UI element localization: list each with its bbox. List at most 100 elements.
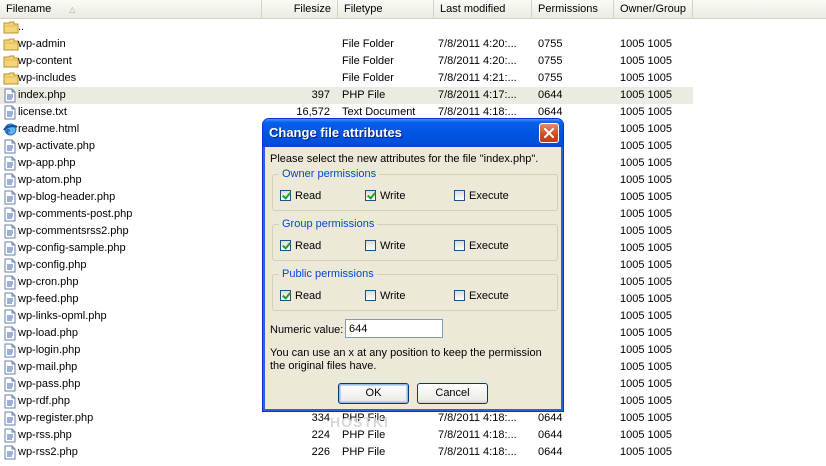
owner-execute-label: Execute: [469, 190, 509, 202]
file-owner-group: 1005 1005: [620, 310, 672, 322]
file-owner-group: 1005 1005: [620, 327, 672, 339]
group-read-checkbox[interactable]: Read: [280, 239, 321, 253]
file-icon: [3, 105, 17, 120]
group-write-checkbox[interactable]: Write: [365, 239, 405, 253]
file-row-1[interactable]: wp-admin File Folder 7/8/2011 4:20:... 0…: [0, 36, 693, 53]
file-size: 334: [311, 412, 330, 424]
file-icon: [3, 190, 17, 205]
file-owner-group: 1005 1005: [620, 293, 672, 305]
file-icon: [3, 411, 17, 426]
svg-text:e: e: [6, 126, 10, 136]
file-owner-group: 1005 1005: [620, 140, 672, 152]
file-type: PHP File: [342, 446, 386, 458]
public-read-checkbox[interactable]: Read: [280, 289, 321, 303]
group-permissions-group: Group permissions Read Write Execute: [272, 218, 558, 261]
public-execute-checkbox[interactable]: Execute: [454, 289, 509, 303]
numeric-value-input[interactable]: 644: [345, 319, 443, 338]
close-button[interactable]: [539, 123, 559, 143]
checkbox-unchecked-icon: [454, 290, 465, 301]
file-name: index.php: [18, 89, 66, 101]
file-name: wp-content: [18, 55, 72, 67]
dialog-body: Please select the new attributes for the…: [266, 147, 560, 409]
file-permissions: 0644: [538, 429, 563, 441]
file-permissions: 0644: [538, 446, 563, 458]
file-owner-group: 1005 1005: [620, 378, 672, 390]
public-execute-label: Execute: [469, 290, 509, 302]
owner-read-checkbox[interactable]: Read: [280, 189, 321, 203]
column-header-filetype[interactable]: Filetype: [338, 0, 434, 18]
column-header-owner-group[interactable]: Owner/Group: [614, 0, 693, 18]
file-icon: [3, 394, 17, 409]
file-icon: [3, 445, 17, 460]
column-header-last-modified[interactable]: Last modified: [434, 0, 532, 18]
checkbox-unchecked-icon: [365, 240, 376, 251]
owner-write-checkbox[interactable]: Write: [365, 189, 405, 203]
file-name: wp-admin: [18, 38, 66, 50]
file-icon: [3, 428, 17, 443]
file-icon: [3, 173, 17, 188]
column-header-filesize[interactable]: Filesize: [262, 0, 338, 18]
file-name: wp-rdf.php: [18, 395, 70, 407]
checkbox-checked-icon: [280, 290, 291, 301]
file-size: 224: [311, 429, 330, 441]
file-row-25[interactable]: wp-rss2.php 226 PHP File 7/8/2011 4:18:.…: [0, 444, 693, 461]
file-name: wp-links-opml.php: [18, 310, 107, 322]
file-size: 226: [311, 446, 330, 458]
column-header-filename[interactable]: Filename △: [0, 0, 262, 18]
public-permissions-label: Public permissions: [279, 268, 377, 280]
file-icon: [3, 88, 17, 103]
file-name: wp-atom.php: [18, 174, 82, 186]
sort-ascending-icon: △: [69, 5, 76, 14]
file-name: wp-feed.php: [18, 293, 79, 305]
file-icon: [3, 377, 17, 392]
column-header-permissions[interactable]: Permissions: [532, 0, 614, 18]
public-write-checkbox[interactable]: Write: [365, 289, 405, 303]
file-icon: [3, 139, 17, 154]
close-icon: [544, 128, 554, 138]
file-row-0[interactable]: ..: [0, 19, 693, 36]
file-name: wp-mail.php: [18, 361, 78, 373]
file-row-4[interactable]: index.php 397 PHP File 7/8/2011 4:17:...…: [0, 87, 693, 104]
file-row-2[interactable]: wp-content File Folder 7/8/2011 4:20:...…: [0, 53, 693, 70]
file-row-3[interactable]: wp-includes File Folder 7/8/2011 4:21:..…: [0, 70, 693, 87]
group-execute-checkbox[interactable]: Execute: [454, 239, 509, 253]
file-owner-group: 1005 1005: [620, 361, 672, 373]
file-modified: 7/8/2011 4:18:...: [438, 412, 517, 424]
column-header-filename-label: Filename: [6, 3, 52, 15]
file-name: wp-config.php: [18, 259, 87, 271]
file-owner-group: 1005 1005: [620, 38, 672, 50]
file-name: wp-login.php: [18, 344, 81, 356]
file-owner-group: 1005 1005: [620, 242, 672, 254]
group-permissions-label: Group permissions: [279, 218, 378, 230]
group-execute-label: Execute: [469, 240, 509, 252]
file-name: wp-load.php: [18, 327, 78, 339]
numeric-value-label: Numeric value:: [270, 324, 344, 336]
file-name: wp-rss.php: [18, 429, 72, 441]
cancel-button[interactable]: Cancel: [417, 383, 488, 404]
owner-execute-checkbox[interactable]: Execute: [454, 189, 509, 203]
checkbox-unchecked-icon: [454, 190, 465, 201]
watermark: HOSTKI: [330, 414, 389, 430]
dialog-description: Please select the new attributes for the…: [270, 153, 539, 165]
file-icon: [3, 275, 17, 290]
public-write-label: Write: [380, 290, 406, 302]
file-modified: 7/8/2011 4:18:...: [438, 429, 517, 441]
file-icon: [3, 343, 17, 358]
file-icon: [3, 309, 17, 324]
file-name: wp-register.php: [18, 412, 94, 424]
change-file-attributes-dialog: Change file attributes Please select the…: [262, 118, 564, 412]
file-name: wp-comments-post.php: [18, 208, 133, 220]
file-icon: [3, 292, 17, 307]
file-name: wp-cron.php: [18, 276, 79, 288]
file-name: wp-app.php: [18, 157, 76, 169]
public-permissions-group: Public permissions Read Write Execute: [272, 268, 558, 311]
file-owner-group: 1005 1005: [620, 89, 672, 101]
ok-button[interactable]: OK: [338, 383, 409, 404]
file-icon: [3, 326, 17, 341]
help-text: You can use an x at any position to keep…: [270, 347, 542, 372]
dialog-titlebar[interactable]: Change file attributes: [263, 119, 563, 147]
file-name: wp-rss2.php: [18, 446, 78, 458]
group-read-label: Read: [295, 240, 322, 252]
folder-icon: [3, 37, 19, 51]
file-icon: [3, 241, 17, 256]
